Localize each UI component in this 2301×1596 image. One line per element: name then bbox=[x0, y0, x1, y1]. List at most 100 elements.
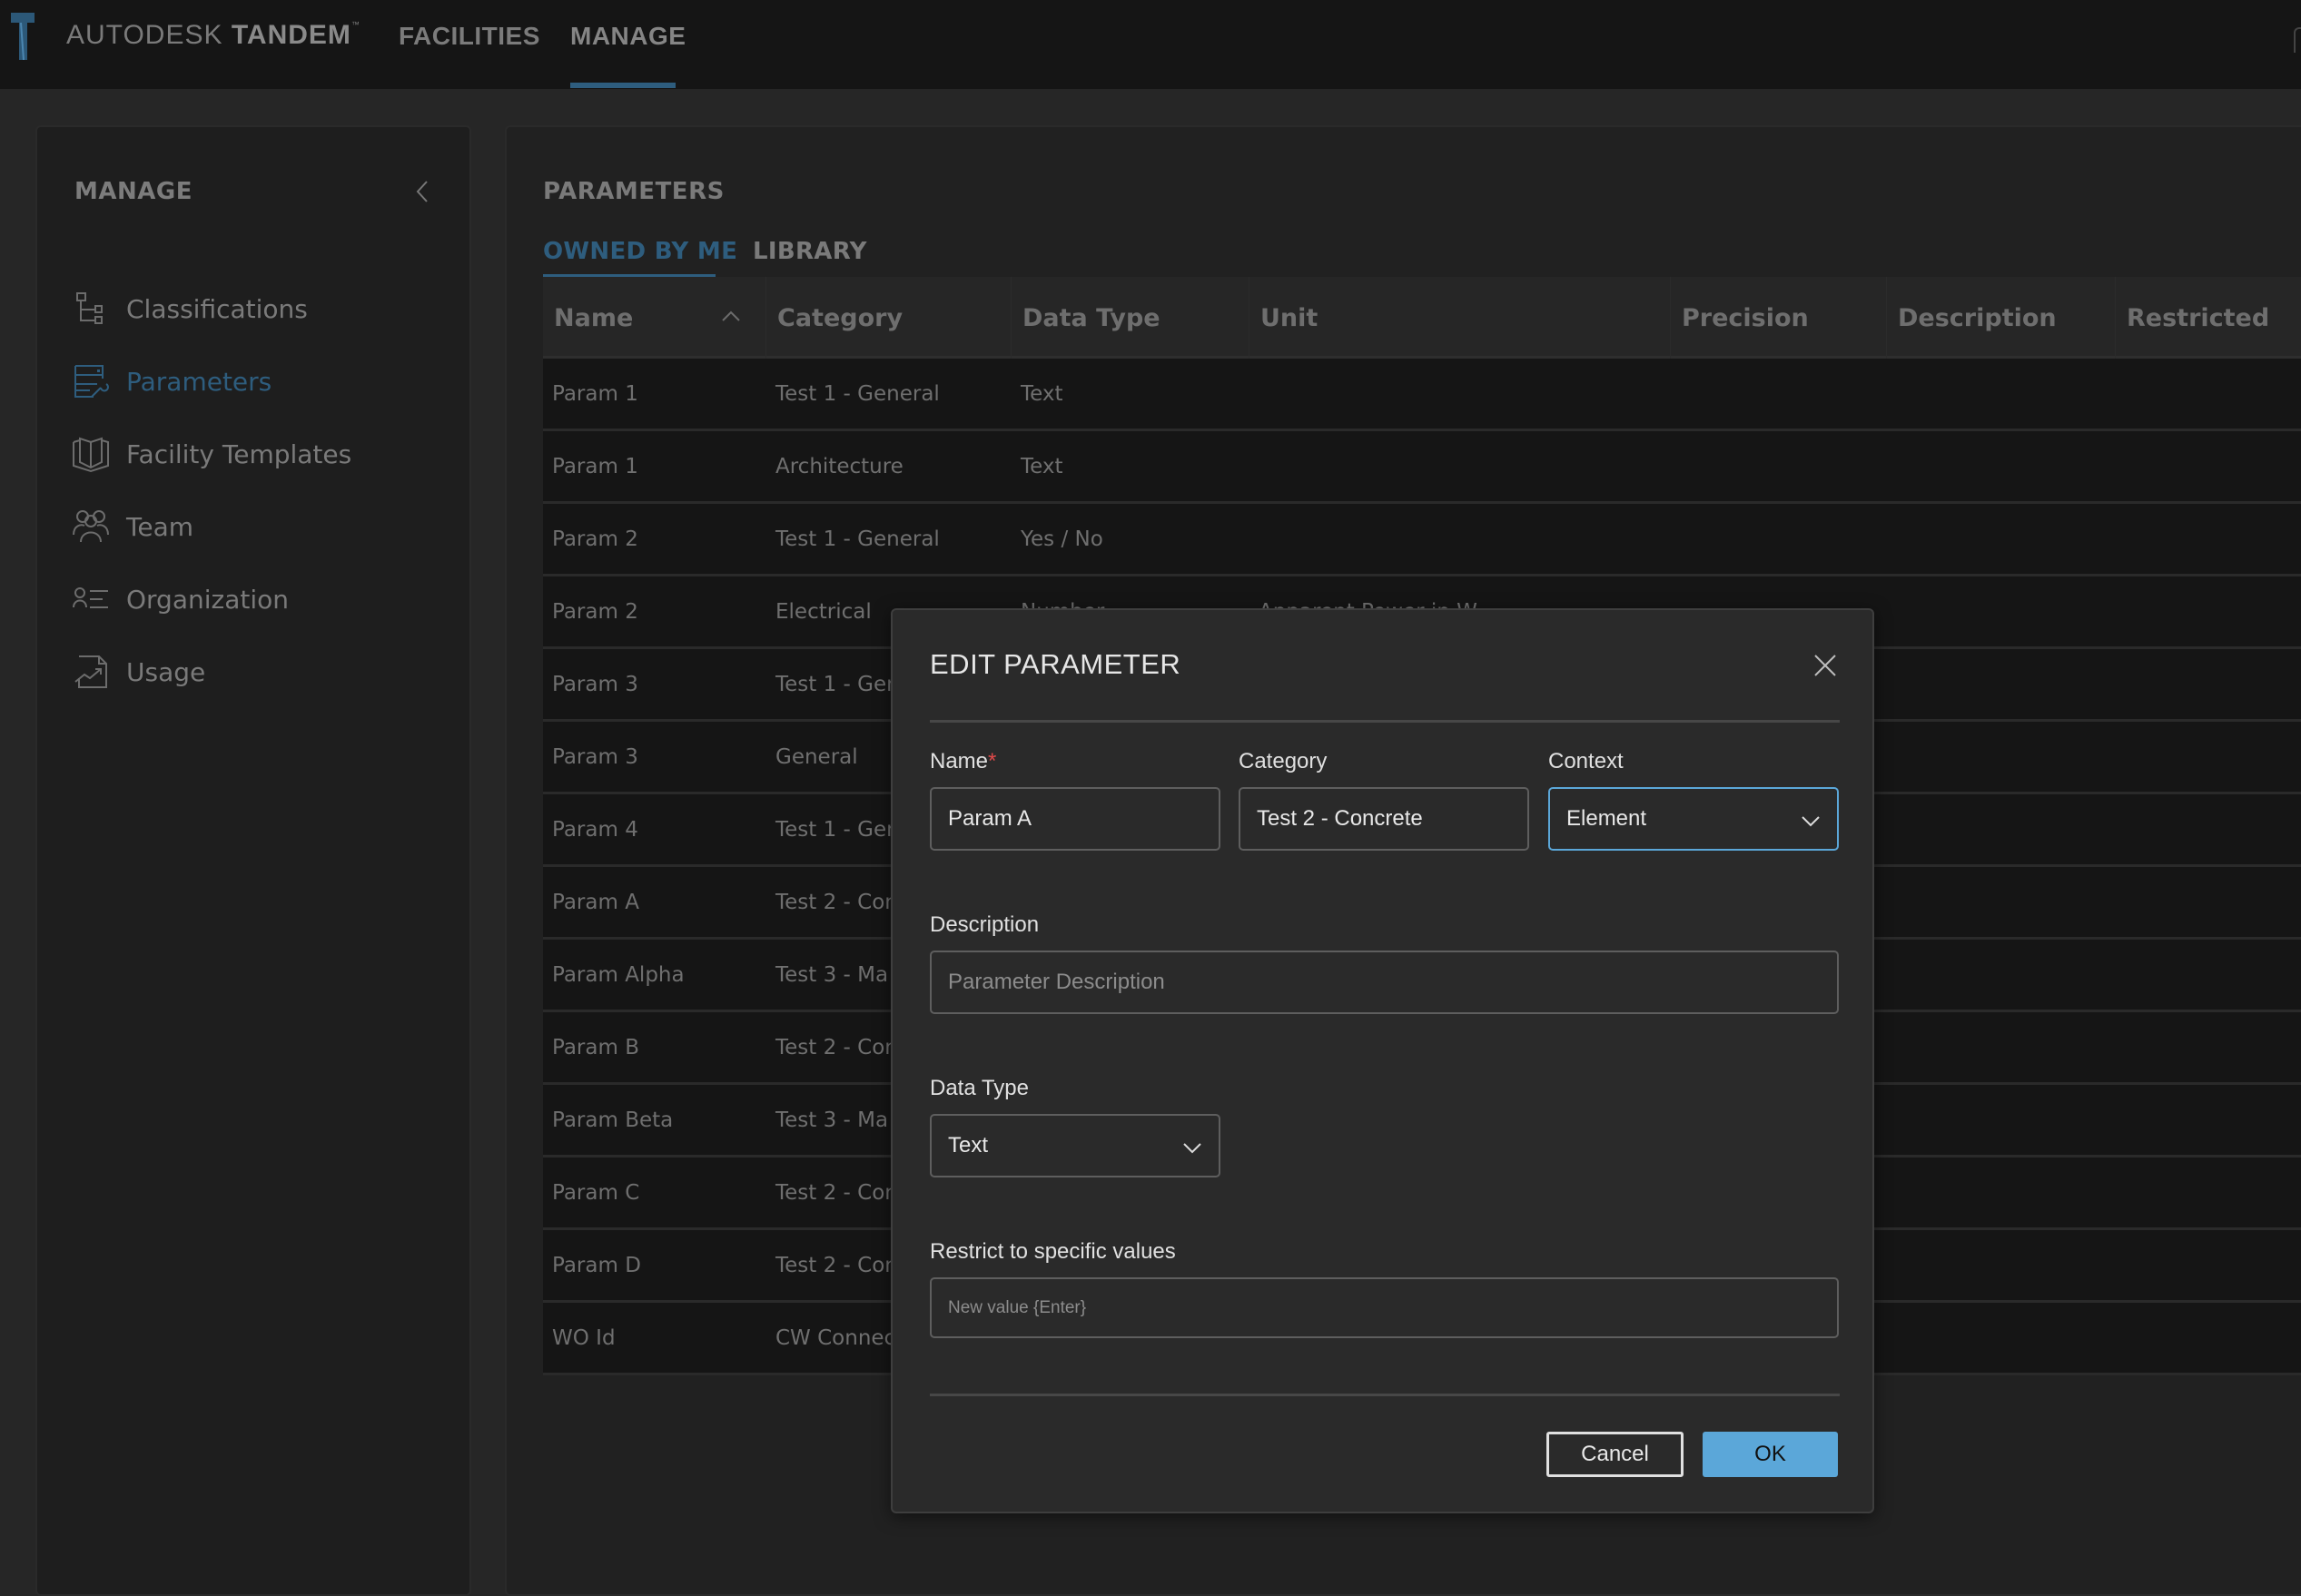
cell-name: Param 2 bbox=[552, 599, 638, 624]
name-input[interactable]: Param A bbox=[930, 787, 1220, 851]
column-header-unit[interactable]: Unit bbox=[1249, 277, 1671, 359]
cell-description bbox=[1887, 359, 2116, 429]
sidebar-item-facility-templates[interactable]: Facility Templates bbox=[72, 427, 435, 481]
data-type-label: Data Type bbox=[930, 1076, 1029, 1100]
column-header-precision[interactable]: Precision bbox=[1671, 277, 1887, 359]
restrict-values-input[interactable]: New value {Enter} bbox=[930, 1277, 1839, 1338]
table-row[interactable]: Param 2 Test 1 - General Yes / No bbox=[543, 504, 2301, 576]
restrict-values-placeholder: New value {Enter} bbox=[948, 1297, 1087, 1317]
cell-description bbox=[1887, 722, 2116, 792]
tab-library[interactable]: LIBRARY bbox=[753, 238, 867, 265]
parameters-icon bbox=[74, 365, 109, 398]
brand-trademark: ™ bbox=[351, 20, 360, 29]
sidebar-item-label: Organization bbox=[126, 584, 290, 615]
cell-description bbox=[1887, 1012, 2116, 1082]
cell-name: Param B bbox=[552, 1035, 639, 1059]
cell-name: Param A bbox=[552, 890, 639, 914]
cell-restricted bbox=[2116, 1085, 2301, 1155]
sidebar-item-label: Classifications bbox=[126, 293, 308, 324]
brand-autodesk: AUTODESK bbox=[66, 20, 232, 50]
cancel-button[interactable]: Cancel bbox=[1546, 1432, 1684, 1477]
cell-precision bbox=[1671, 431, 1887, 501]
nav-tab-facilities[interactable]: FACILITIES bbox=[399, 22, 540, 51]
cell-description bbox=[1887, 576, 2116, 646]
cell-restricted bbox=[2116, 1230, 2301, 1300]
nav-tab-manage[interactable]: MANAGE bbox=[570, 22, 686, 51]
nav-active-indicator bbox=[570, 83, 676, 88]
chevron-down-icon bbox=[1802, 816, 1820, 827]
page-title: PARAMETERS bbox=[543, 178, 725, 205]
column-header-name[interactable]: Name bbox=[543, 277, 766, 359]
cell-name: Param D bbox=[552, 1253, 641, 1277]
dialog-footer-divider bbox=[930, 1394, 1840, 1396]
column-header-data-type[interactable]: Data Type bbox=[1012, 277, 1249, 359]
cell-restricted bbox=[2116, 649, 2301, 719]
cell-data-type: Text bbox=[1021, 381, 1063, 406]
tab-owned-by-me[interactable]: OWNED BY ME bbox=[543, 238, 737, 265]
table-header: Name Category Data Type Unit Precision D… bbox=[543, 277, 2301, 359]
app-brand: AUTODESK TANDEM™ bbox=[66, 20, 360, 51]
cell-category: Test 1 - General bbox=[775, 381, 940, 406]
brand-tandem: TANDEM bbox=[231, 20, 351, 50]
sidebar-item-label: Parameters bbox=[126, 366, 272, 397]
description-label: Description bbox=[930, 912, 1040, 937]
sidebar-item-label: Facility Templates bbox=[126, 438, 352, 469]
cell-name: WO Id bbox=[552, 1325, 616, 1350]
cell-data-type: Text bbox=[1021, 454, 1063, 478]
cell-name: Param 2 bbox=[552, 527, 638, 551]
data-type-select[interactable]: Text bbox=[930, 1114, 1220, 1177]
cell-restricted bbox=[2116, 1158, 2301, 1227]
cell-restricted bbox=[2116, 722, 2301, 792]
cell-name: Param C bbox=[552, 1180, 640, 1205]
cell-description bbox=[1887, 1085, 2116, 1155]
cell-name: Param 1 bbox=[552, 454, 638, 478]
category-label: Category bbox=[1239, 749, 1328, 773]
cell-restricted bbox=[2116, 504, 2301, 574]
sidebar-item-usage[interactable]: Usage bbox=[72, 645, 435, 699]
description-input[interactable]: Parameter Description bbox=[930, 951, 1839, 1014]
cell-category: Architecture bbox=[775, 454, 904, 478]
cell-unit bbox=[1249, 359, 1671, 429]
sidebar-item-classifications[interactable]: Classifications bbox=[72, 281, 435, 336]
cell-unit bbox=[1249, 504, 1671, 574]
category-input[interactable]: Test 2 - Concrete bbox=[1239, 787, 1529, 851]
data-type-select-value: Text bbox=[948, 1133, 989, 1158]
cell-restricted bbox=[2116, 867, 2301, 937]
cell-description bbox=[1887, 940, 2116, 1010]
cell-name: Param 3 bbox=[552, 744, 638, 769]
sidebar-item-organization[interactable]: Organization bbox=[72, 572, 435, 626]
column-label: Name bbox=[554, 303, 634, 332]
column-header-restricted[interactable]: Restricted bbox=[2116, 277, 2301, 359]
chevron-down-icon bbox=[1183, 1143, 1201, 1154]
sidebar-item-parameters[interactable]: Parameters bbox=[72, 354, 435, 409]
close-icon[interactable] bbox=[1812, 652, 1839, 679]
sidebar-item-team[interactable]: Team bbox=[72, 499, 435, 554]
cell-restricted bbox=[2116, 359, 2301, 429]
cell-name: Param Beta bbox=[552, 1108, 674, 1132]
edit-parameter-dialog: EDIT PARAMETER Name* Param A Category Te… bbox=[891, 608, 1874, 1513]
cell-precision bbox=[1671, 359, 1887, 429]
book-icon bbox=[73, 437, 109, 473]
cell-unit bbox=[1249, 431, 1671, 501]
sidebar-title: MANAGE bbox=[74, 178, 193, 205]
table-row[interactable]: Param 1 Test 1 - General Text bbox=[543, 359, 2301, 431]
cell-restricted bbox=[2116, 576, 2301, 646]
cell-category: Test 1 - General bbox=[775, 527, 940, 551]
cell-description bbox=[1887, 1303, 2116, 1373]
name-label-text: Name bbox=[930, 749, 989, 773]
user-menu-icon[interactable] bbox=[2294, 27, 2301, 53]
sidebar-item-label: Usage bbox=[126, 656, 206, 687]
cell-restricted bbox=[2116, 794, 2301, 864]
context-select[interactable]: Element bbox=[1548, 787, 1839, 851]
table-row[interactable]: Param 1 Architecture Text bbox=[543, 431, 2301, 504]
column-header-description[interactable]: Description bbox=[1887, 277, 2116, 359]
cell-description bbox=[1887, 867, 2116, 937]
category-input-value: Test 2 - Concrete bbox=[1257, 806, 1423, 831]
ok-button[interactable]: OK bbox=[1703, 1432, 1838, 1477]
collapse-sidebar-chevron-left-icon[interactable] bbox=[410, 178, 437, 205]
description-placeholder: Parameter Description bbox=[948, 970, 1165, 994]
dialog-title: EDIT PARAMETER bbox=[930, 648, 1181, 680]
cell-restricted bbox=[2116, 431, 2301, 501]
cell-description bbox=[1887, 504, 2116, 574]
column-header-category[interactable]: Category bbox=[766, 277, 1012, 359]
